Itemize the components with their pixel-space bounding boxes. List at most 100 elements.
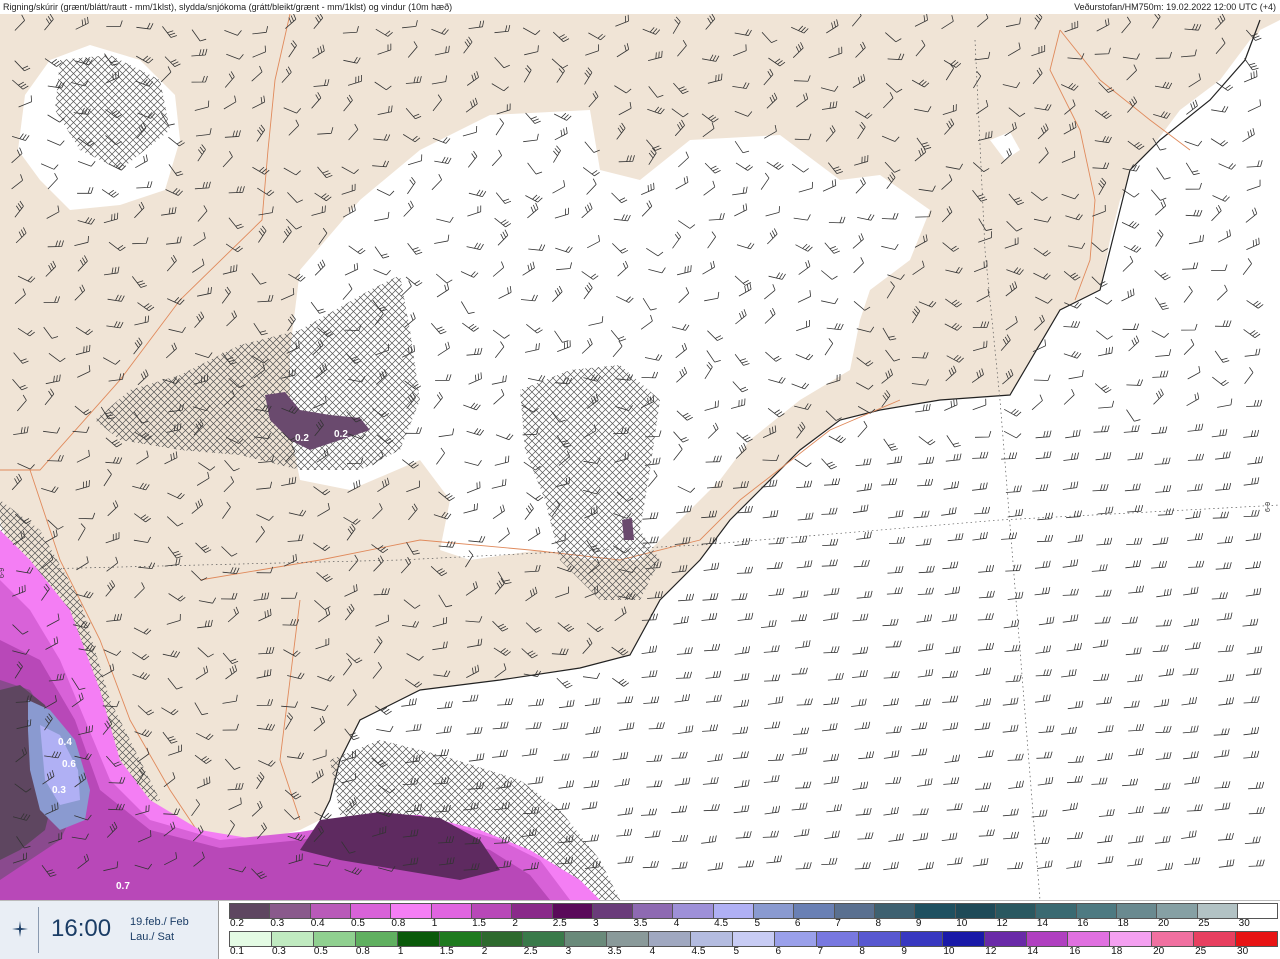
- legend-swatch: [607, 932, 650, 946]
- legend-label: 0.8: [391, 918, 406, 929]
- legend-label: 3: [565, 946, 572, 957]
- legend-label: 0.3: [271, 946, 286, 957]
- legend-label: 20: [1153, 946, 1165, 957]
- snow-color-scale: [229, 903, 1279, 919]
- legend-swatch: [229, 932, 272, 946]
- legend-swatch: [774, 932, 817, 946]
- legend-label: 7: [835, 918, 841, 929]
- legend-label: 12: [996, 918, 1008, 929]
- legend-swatch: [271, 932, 314, 946]
- map-title: Rigning/skúrir (grænt/blátt/rautt - mm/1…: [3, 2, 453, 12]
- legend-label: 4: [649, 946, 656, 957]
- precip-label: 0.2: [295, 433, 309, 444]
- legend-swatch: [1068, 932, 1111, 946]
- legend-label: 9: [901, 946, 907, 957]
- legend-label: 14: [1027, 946, 1039, 957]
- legend-swatch: [733, 932, 775, 946]
- legend-swatch: [229, 904, 271, 918]
- legend-swatch: [431, 904, 472, 918]
- legend-label: 25: [1195, 946, 1207, 957]
- weather-map[interactable]: 0.2 0.2 0.4 0.6 0.3 0.7 6-9 6-9: [0, 14, 1280, 900]
- legend-label: 0.3: [270, 918, 285, 929]
- precip-label: 0.4: [58, 737, 72, 748]
- legend-swatch: [834, 904, 875, 918]
- legend-swatch: [1236, 932, 1279, 946]
- legend-label: 12: [985, 946, 997, 957]
- forecast-weekday: Lau./ Sat: [130, 931, 175, 943]
- legend-swatch: [310, 904, 351, 918]
- legend-label: 6: [775, 946, 782, 957]
- legend-label: 1: [431, 918, 438, 929]
- legend-swatch: [794, 904, 835, 918]
- legend-swatch: [1237, 904, 1279, 918]
- map-title-bar: Rigning/skúrir (grænt/blátt/rautt - mm/1…: [0, 0, 1280, 15]
- legend-label: 9: [915, 918, 922, 929]
- legend-swatch: [439, 932, 482, 946]
- precip-label: 0.7: [116, 881, 130, 892]
- legend-swatch: [900, 932, 943, 946]
- legend-swatch: [1116, 904, 1158, 918]
- legend-label: 1.5: [439, 946, 454, 957]
- legend-swatch: [713, 904, 755, 918]
- rain-color-scale: [229, 931, 1279, 947]
- legend-label: 0.5: [351, 918, 365, 929]
- legend-swatch: [673, 904, 714, 918]
- legend-swatch: [1026, 932, 1069, 946]
- legend-label: 2: [512, 918, 518, 929]
- legend-label: 0.8: [355, 946, 370, 957]
- divider: [38, 907, 39, 953]
- legend-label: 2.5: [523, 946, 538, 957]
- legend-label: 18: [1111, 946, 1123, 957]
- legend-label: 3.5: [607, 946, 622, 957]
- precip-label: 0.3: [52, 785, 66, 796]
- legend-swatch: [481, 932, 524, 946]
- legend-label: 4.5: [691, 946, 706, 957]
- grid-label: 6-9: [0, 568, 6, 578]
- legend-label: 4: [673, 918, 680, 929]
- legend-swatch: [313, 932, 356, 946]
- legend-label: 20: [1157, 918, 1170, 929]
- legend-swatch: [350, 904, 392, 918]
- legend-label: 0.2: [230, 918, 244, 929]
- legend-label: 1.5: [472, 918, 486, 929]
- legend-swatch: [397, 932, 440, 946]
- legend-swatch: [995, 904, 1037, 918]
- precip-label: 0.2: [334, 429, 348, 440]
- legend-swatch: [565, 932, 608, 946]
- legend-swatch: [270, 904, 311, 918]
- legend-swatch: [875, 904, 916, 918]
- legend-swatch: [1152, 932, 1195, 946]
- precip-label: 0.6: [62, 759, 76, 770]
- legend-label: 8: [859, 946, 865, 957]
- legend-label: 0.5: [313, 946, 328, 957]
- legend-label: 10: [956, 918, 968, 929]
- legend-swatch: [1197, 904, 1238, 918]
- legend-label: 5: [733, 946, 740, 957]
- legend-label: 2: [481, 946, 488, 957]
- legend-label: 30: [1238, 918, 1250, 929]
- legend-swatch: [649, 932, 692, 946]
- legend-label: 30: [1237, 946, 1249, 957]
- legend-label: 1: [397, 946, 404, 957]
- legend-swatch: [942, 932, 985, 946]
- forecast-time: 16:00: [51, 915, 112, 942]
- legend-label: 25: [1198, 918, 1210, 929]
- legend-swatch: [1110, 932, 1153, 946]
- legend-swatch: [592, 904, 634, 918]
- legend-label: 8: [875, 918, 882, 929]
- legend-swatch: [1194, 932, 1237, 946]
- legend-bar: 16:00 19.feb./ Feb Lau./ Sat 0.2 0.3 0.4 0.…: [0, 900, 1280, 959]
- legend-swatch: [633, 904, 674, 918]
- legend-label: 4.5: [714, 918, 729, 929]
- legend-swatch: [1076, 904, 1117, 918]
- legend-swatch: [955, 904, 996, 918]
- forecast-date: 19.feb./ Feb: [130, 916, 189, 928]
- legend-label: 10: [943, 946, 955, 957]
- legend-label: 0.4: [310, 918, 325, 929]
- legend-label: 0.1: [230, 946, 244, 957]
- forecast-time-panel: 16:00 19.feb./ Feb Lau./ Sat: [0, 901, 219, 959]
- legend-swatch: [471, 904, 513, 918]
- legend-swatch: [391, 904, 432, 918]
- grid-label: 6-9: [1265, 502, 1272, 512]
- legend-swatch: [523, 932, 566, 946]
